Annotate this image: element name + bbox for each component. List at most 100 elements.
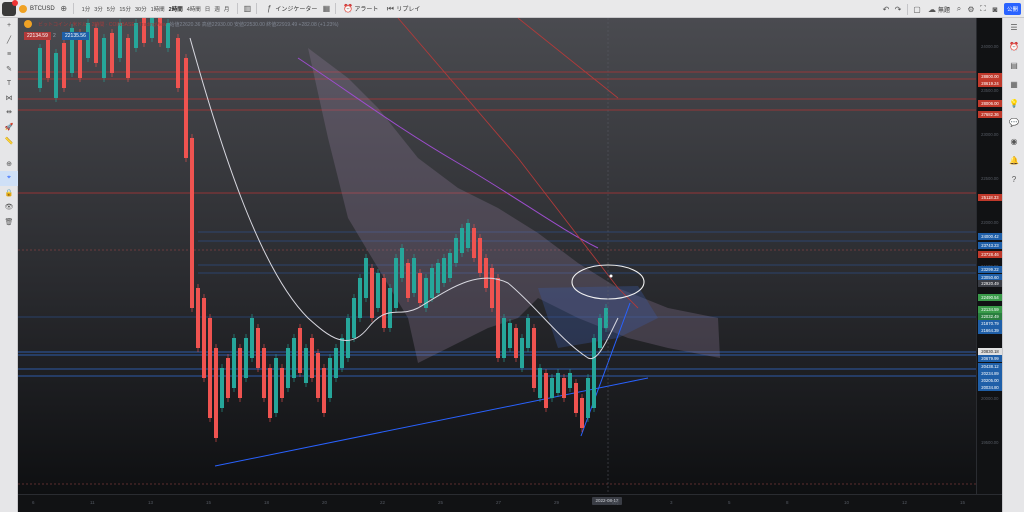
candle-body	[568, 373, 572, 388]
candle-body	[322, 368, 326, 413]
add-symbol-icon[interactable]: ⊕	[58, 3, 70, 15]
lock-icon[interactable]: 🔒	[0, 186, 18, 201]
notification-icon[interactable]: 🔔	[1003, 151, 1024, 170]
candle-body	[110, 33, 114, 73]
divider	[72, 3, 74, 14]
templates-icon[interactable]: ▦	[320, 3, 332, 15]
price-tick: 23500.00	[981, 88, 999, 93]
candle-body	[340, 338, 344, 368]
price-label: 28006.00	[978, 100, 1002, 107]
timeframe-option[interactable]: 日	[203, 5, 213, 13]
indicators-button[interactable]: ƒ インジケーター	[260, 0, 320, 18]
divider	[256, 3, 258, 14]
trash-icon[interactable]: 🗑	[0, 215, 18, 230]
candle-body	[544, 373, 548, 408]
divider	[237, 3, 239, 14]
candle-body	[400, 248, 404, 278]
ruler-icon[interactable]: 📏	[0, 134, 18, 149]
zoom-icon[interactable]: ⊕	[0, 157, 18, 172]
price-label: 22032.49	[978, 313, 1002, 320]
candle-body	[364, 258, 368, 298]
watchlist-icon[interactable]: ☰	[1003, 18, 1024, 37]
symbol-search[interactable]: BTCUSD	[16, 0, 58, 18]
fullscreen-icon[interactable]: ⛶	[977, 3, 989, 15]
candle-body	[550, 378, 554, 398]
candle-body	[412, 258, 416, 293]
data-window-icon[interactable]: ▤	[1003, 56, 1024, 75]
idea-icon[interactable]: 💡	[1003, 94, 1024, 113]
timeframe-option[interactable]: 4時間	[185, 5, 203, 13]
pattern-icon[interactable]: ⋈	[0, 91, 18, 106]
publish-button[interactable]: 公開	[1003, 3, 1021, 15]
timeframe-option[interactable]: 1時間	[149, 5, 167, 13]
candle-body	[460, 228, 464, 253]
settings-icon[interactable]: ⚙	[965, 3, 977, 15]
brush-icon[interactable]: ✎	[0, 62, 18, 77]
price-label: 21870.79	[978, 320, 1002, 327]
candle-body	[298, 328, 302, 373]
camera-icon[interactable]: ◙	[989, 3, 1001, 15]
alert-button[interactable]: ⏰ アラート	[339, 0, 381, 18]
price-label: 23728.46	[978, 251, 1002, 258]
candle-body	[604, 308, 608, 328]
price-label: 28619.24	[978, 80, 1002, 87]
drawing-toolbar: + ╱ ≡ ✎ T ⋈ ⇹ 🚀 📏 ⊕ ⌖ 🔒 👁 🗑	[0, 18, 18, 512]
undo-icon[interactable]: ↶	[880, 3, 892, 15]
stream-icon[interactable]: ◉	[1003, 132, 1024, 151]
replay-label: リプレイ	[396, 7, 421, 13]
magnet-icon[interactable]: ⌖	[0, 171, 18, 186]
help-icon[interactable]: ?	[1003, 170, 1024, 189]
price-label: 23299.22	[978, 266, 1002, 273]
timeframe-option[interactable]: 3分	[92, 5, 105, 13]
time-axis[interactable]: 2022-08-12 6 11 13 15 18 20 22 25 27 29 8月 3 5 8 10 12 1…	[18, 494, 1002, 512]
chart-canvas[interactable]	[18, 18, 976, 494]
timeframe-option[interactable]: 5分	[105, 5, 118, 13]
alert-icon[interactable]: ⏰	[1003, 37, 1024, 56]
search-icon[interactable]: ⌕	[953, 3, 965, 15]
widget-bar: ☰ ⏰ ▤ ▦ 💡 💬 ◉ 🔔?	[1002, 18, 1024, 512]
candle-body	[208, 318, 212, 418]
timeframe-option[interactable]: 月	[222, 5, 232, 13]
calendar-icon[interactable]: ▦	[1003, 75, 1024, 94]
trendline-icon[interactable]: ╱	[0, 33, 18, 48]
alert-label: アラート	[354, 7, 379, 13]
timeframe-option[interactable]: 30分	[133, 5, 149, 13]
candle-body	[238, 348, 242, 398]
candle-body	[262, 348, 266, 398]
text-icon[interactable]: T	[0, 76, 18, 91]
eye-icon[interactable]: 👁	[0, 200, 18, 215]
measure-icon[interactable]: ⇹	[0, 105, 18, 120]
fib-icon[interactable]: ≡	[0, 47, 18, 62]
timeframe-option[interactable]: 2時間	[167, 5, 185, 13]
price-label: 20234.89	[978, 370, 1002, 377]
candle-body	[176, 38, 180, 88]
cloud-icon: ☁	[927, 4, 936, 14]
candle-body	[94, 28, 98, 63]
candle-body	[202, 298, 206, 378]
order-qty: 2	[53, 33, 56, 39]
candle-style-icon[interactable]: ▥	[241, 3, 253, 15]
layout-icon[interactable]: ▢	[911, 3, 923, 15]
sell-price-box[interactable]: 22134.59	[24, 32, 51, 40]
timeframe-option[interactable]: 15分	[117, 5, 133, 13]
candle-body	[592, 338, 596, 408]
price-chart[interactable]	[18, 18, 976, 494]
price-axis[interactable]: 24000.00 23500.00 23000.00 22500.00 22000.00…	[976, 18, 1002, 494]
time-tick: 8	[786, 500, 789, 505]
candle-body	[316, 353, 320, 398]
rocket-icon[interactable]: 🚀	[0, 120, 18, 135]
redo-icon[interactable]: ↷	[892, 3, 904, 15]
crosshair-icon[interactable]: +	[0, 18, 18, 33]
divider	[906, 3, 908, 15]
layout-name-button[interactable]: ☁ 無題	[923, 0, 953, 18]
buy-price-box[interactable]: 22135.56	[62, 32, 89, 40]
timeframe-option[interactable]: 1分	[80, 5, 93, 13]
candle-body	[406, 263, 410, 298]
chat-icon[interactable]: 💬	[1003, 113, 1024, 132]
candle-body	[454, 238, 458, 263]
replay-button[interactable]: ⏮ リプレイ	[381, 0, 423, 18]
timeframe-option[interactable]: 週	[212, 5, 222, 13]
app-logo-icon[interactable]	[2, 0, 18, 16]
candle-body	[448, 253, 452, 278]
time-tick: 29	[554, 500, 560, 505]
